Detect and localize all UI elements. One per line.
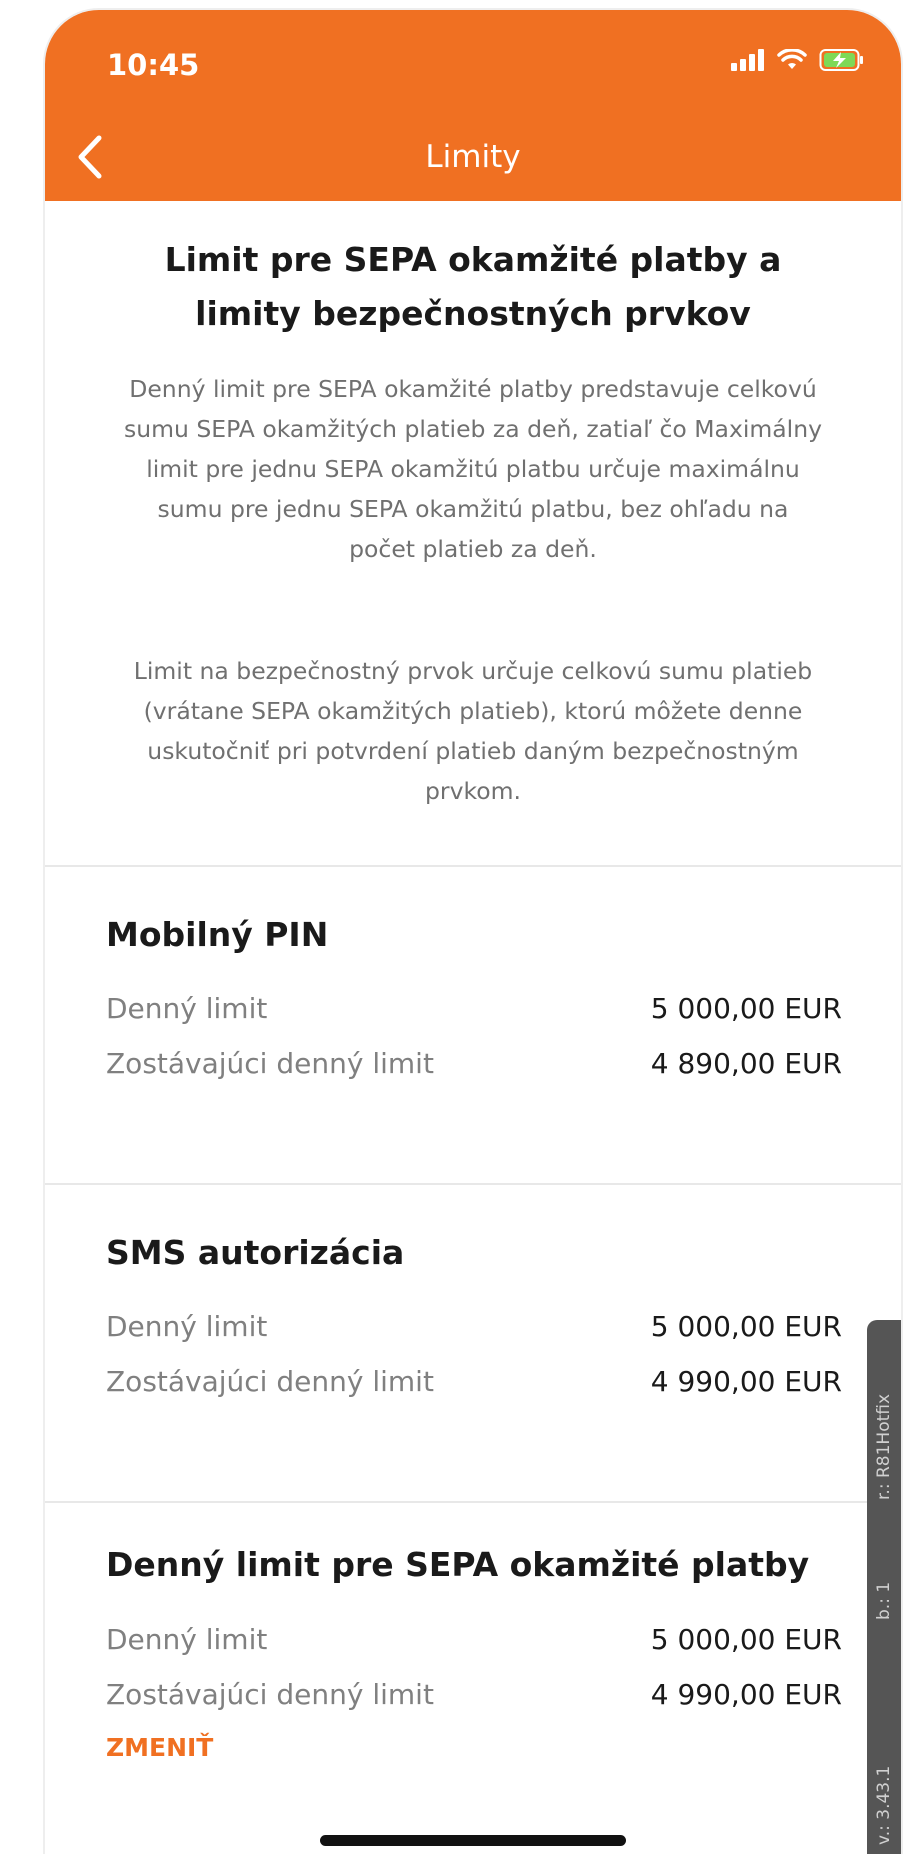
wifi-icon (777, 49, 807, 69)
section-sms-authorization: SMS autorizácia Denný limit 5 000,00 EUR… (45, 1185, 901, 1501)
phone-screen: 10:45 Limity Limit pre SEPA okamžité pla… (45, 10, 901, 1854)
row-value: 5 000,00 EUR (650, 1623, 842, 1656)
build-label: b.: 1 (874, 1581, 894, 1620)
row-value: 5 000,00 EUR (650, 992, 842, 1025)
change-link[interactable]: ZMENIŤ (106, 1733, 213, 1762)
row-label: Denný limit (106, 992, 268, 1025)
intro-heading: Limit pre SEPA okamžité platby a limity … (164, 240, 782, 333)
intro-paragraph-1: Denný limit pre SEPA okamžité platby pre… (123, 375, 823, 563)
header: 10:45 Limity (45, 10, 901, 201)
intro-section: Limit pre SEPA okamžité platby a limity … (45, 201, 901, 865)
signal-icon (731, 49, 764, 71)
row-label: Zostávajúci denný limit (106, 1365, 434, 1398)
row-label: Zostávajúci denný limit (106, 1047, 434, 1080)
row-label: Denný limit (106, 1623, 268, 1656)
section-sepa-instant-limit: Denný limit pre SEPA okamžité platby Den… (45, 1503, 901, 1823)
home-indicator[interactable] (320, 1835, 626, 1846)
status-time: 10:45 (107, 48, 200, 82)
revision-label: r.: R81Hotfix (874, 1393, 894, 1500)
section-title: Denný limit pre SEPA okamžité platby (106, 1545, 810, 1584)
row-value: 5 000,00 EUR (650, 1310, 842, 1343)
battery-charging-icon (819, 49, 863, 71)
row-label: Zostávajúci denný limit (106, 1678, 434, 1711)
intro-paragraph-2: Limit na bezpečnostný prvok určuje celko… (133, 657, 813, 805)
section-title: SMS autorizácia (106, 1233, 405, 1272)
row-value: 4 990,00 EUR (650, 1678, 842, 1711)
section-mobile-pin: Mobilný PIN Denný limit 5 000,00 EUR Zos… (45, 867, 901, 1183)
version-label: v.: 3.43.1 (874, 1765, 894, 1845)
status-icons (731, 48, 865, 72)
version-info-tab: r.: R81Hotfix b.: 1 v.: 3.43.1 (867, 1320, 901, 1854)
page-title: Limity (425, 139, 521, 175)
section-title: Mobilný PIN (106, 915, 329, 954)
row-value: 4 990,00 EUR (650, 1365, 842, 1398)
row-value: 4 890,00 EUR (650, 1047, 842, 1080)
row-label: Denný limit (106, 1310, 268, 1343)
